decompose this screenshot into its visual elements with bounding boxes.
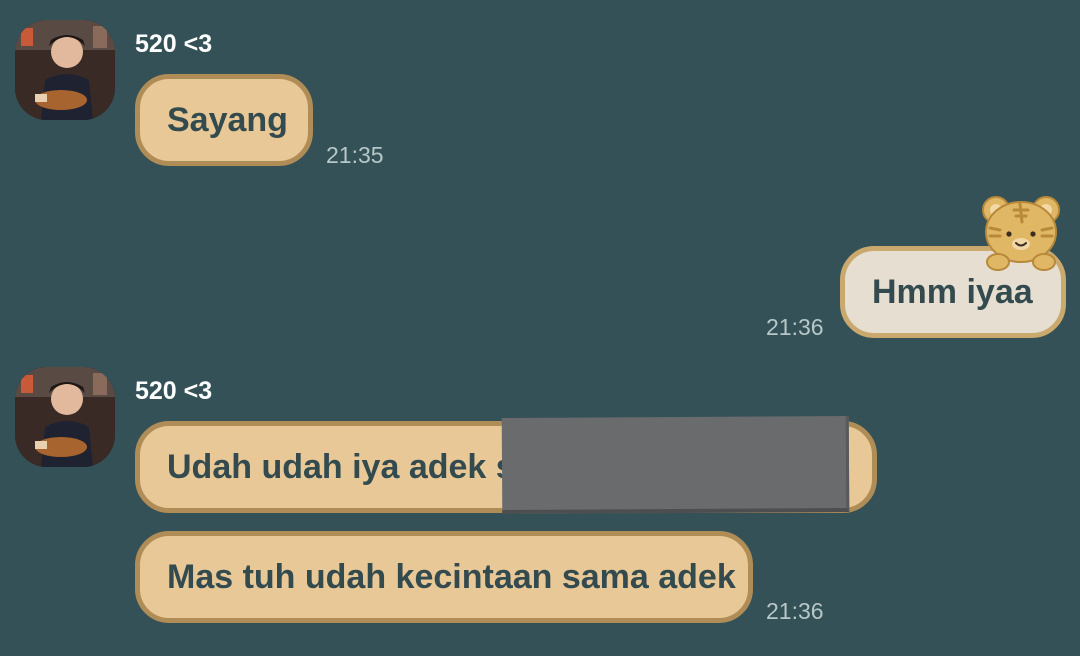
- message-text: Mas tuh udah kecintaan sama adek: [167, 558, 736, 596]
- sender-name: 520 <3: [135, 377, 213, 405]
- message-text: Hmm iyaa: [872, 273, 1033, 311]
- sender-name: 520 <3: [135, 30, 213, 58]
- sender-avatar[interactable]: [15, 367, 115, 467]
- sender-avatar[interactable]: [15, 20, 115, 120]
- message-bubble[interactable]: Mas tuh udah kecintaan sama adek: [135, 531, 753, 623]
- message-timestamp: 21:36: [766, 598, 824, 624]
- redaction-block: [501, 415, 850, 515]
- message-text: Udah udah iya adek s: [167, 448, 515, 486]
- message-bubble[interactable]: Sayang: [135, 74, 313, 166]
- message-timestamp: 21:35: [326, 142, 384, 168]
- message-timestamp: 21:36: [766, 314, 824, 340]
- tiger-face-icon: [978, 192, 1064, 272]
- message-text: Sayang: [167, 101, 288, 139]
